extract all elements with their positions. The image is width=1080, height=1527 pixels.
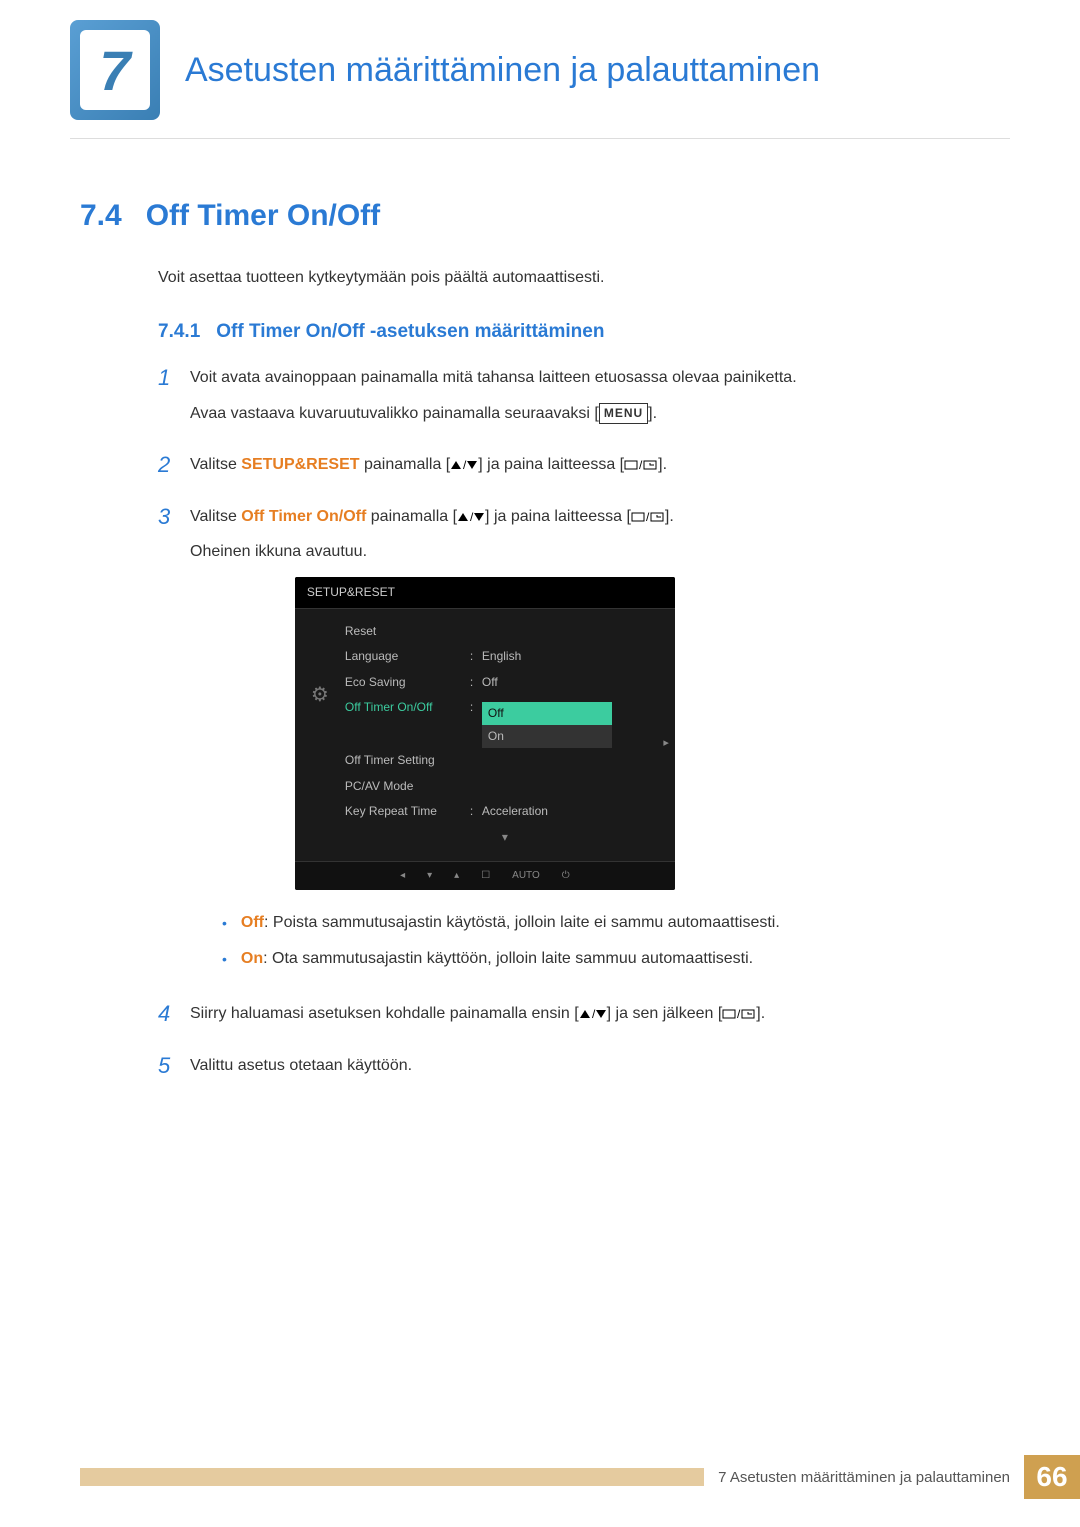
steps-list: 1 Voit avata avainoppaan painamalla mitä…	[158, 365, 1000, 1089]
nav-enter-icon: ☐	[481, 868, 490, 884]
gear-icon: ⚙	[311, 679, 329, 711]
nav-up-icon: ▴	[454, 868, 459, 884]
bullet-on: On: Ota sammutusajastin käyttöön, jolloi…	[222, 946, 780, 972]
osd-option: On	[482, 725, 612, 748]
page-footer: 7 Asetusten määrittäminen ja palauttamin…	[80, 1455, 1080, 1499]
step-number: 5	[158, 1053, 190, 1089]
svg-text:/: /	[592, 1008, 596, 1020]
chapter-badge: 7	[70, 20, 160, 120]
chapter-title: Asetusten määrittäminen ja palauttaminen	[185, 51, 820, 90]
power-icon: ⏻	[562, 868, 570, 884]
step-text: Oheinen ikkuna avautuu.	[190, 539, 780, 565]
osd-row: Reset	[345, 619, 665, 644]
osd-option-selected: Off	[482, 702, 612, 725]
up-down-triangle-icon: /	[457, 504, 485, 530]
up-down-triangle-icon: /	[450, 452, 478, 478]
step-number: 1	[158, 365, 190, 436]
up-down-triangle-icon: /	[579, 1001, 607, 1027]
chapter-number: 7	[99, 38, 130, 103]
source-enter-icon: /	[624, 452, 658, 478]
nav-left-icon: ◂	[400, 868, 405, 884]
svg-text:/: /	[646, 511, 650, 523]
osd-row: Key Repeat Time:Acceleration	[345, 799, 665, 824]
subsection-number: 7.4.1	[158, 321, 200, 343]
osd-menu: Reset Language:English Eco Saving:Off Of…	[345, 619, 675, 847]
step-text: Valitse Off Timer On/Off painamalla [/] …	[190, 504, 780, 530]
osd-option-dropdown: Off On	[482, 702, 665, 748]
page-number: 66	[1024, 1455, 1080, 1499]
step-number: 3	[158, 504, 190, 985]
step-3: 3 Valitse Off Timer On/Off painamalla [/…	[158, 504, 1000, 985]
step-4: 4 Siirry haluamasi asetuksen kohdalle pa…	[158, 1001, 1000, 1037]
step-2: 2 Valitse SETUP&RESET painamalla [/] ja …	[158, 452, 1000, 488]
step-5: 5 Valittu asetus otetaan käyttöön.	[158, 1053, 1000, 1089]
bullet-off: Off: Poista sammutusajastin käytöstä, jo…	[222, 910, 780, 936]
footer-bar	[80, 1468, 704, 1486]
page-header: 7 Asetusten määrittäminen ja palauttamin…	[0, 0, 1080, 120]
chevron-down-icon: ▾	[345, 828, 665, 847]
osd-row: Off Timer Setting	[345, 748, 665, 773]
section-number: 7.4	[80, 199, 122, 233]
osd-title: SETUP&RESET	[295, 577, 675, 609]
section-body: 7.4 Off Timer On/Off Voit asettaa tuotte…	[0, 139, 1080, 1089]
step-text: Valitse SETUP&RESET painamalla [/] ja pa…	[190, 452, 667, 478]
nav-auto-label: AUTO	[512, 868, 540, 884]
footer-text: 7 Asetusten määrittäminen ja palauttamin…	[704, 1469, 1024, 1486]
osd-row: Eco Saving:Off	[345, 670, 665, 695]
section-intro: Voit asettaa tuotteen kytkeytymään pois …	[158, 269, 1000, 287]
section-title: Off Timer On/Off	[146, 199, 380, 233]
step-text: Avaa vastaava kuvaruutuvalikko painamall…	[190, 401, 797, 427]
svg-text:/: /	[470, 511, 474, 523]
option-bullets: Off: Poista sammutusajastin käytöstä, jo…	[222, 910, 780, 971]
step-1: 1 Voit avata avainoppaan painamalla mitä…	[158, 365, 1000, 436]
subsection-title: Off Timer On/Off -asetuksen määrittämine…	[216, 321, 604, 343]
section-heading: 7.4 Off Timer On/Off	[80, 199, 1000, 233]
step-number: 4	[158, 1001, 190, 1037]
nav-down-icon: ▾	[427, 868, 432, 884]
svg-text:/: /	[639, 459, 643, 471]
osd-footer: ◂ ▾ ▴ ☐ AUTO ⏻	[295, 861, 675, 890]
step-text: Voit avata avainoppaan painamalla mitä t…	[190, 365, 797, 391]
step-text: Siirry haluamasi asetuksen kohdalle pain…	[190, 1001, 765, 1027]
osd-screenshot: SETUP&RESET ⚙ Reset Language:English Eco…	[295, 577, 675, 890]
menu-button-icon: MENU	[599, 403, 648, 424]
step-text: Valittu asetus otetaan käyttöön.	[190, 1053, 412, 1079]
osd-row: Language:English	[345, 644, 665, 669]
step-number: 2	[158, 452, 190, 488]
svg-text:/: /	[737, 1008, 741, 1020]
source-enter-icon: /	[631, 504, 665, 530]
svg-text:/: /	[463, 459, 467, 471]
source-enter-icon: /	[722, 1001, 756, 1027]
subsection-heading: 7.4.1 Off Timer On/Off -asetuksen määrit…	[158, 321, 1000, 343]
chevron-right-icon: ▸	[663, 735, 669, 753]
osd-row: PC/AV Mode	[345, 774, 665, 799]
